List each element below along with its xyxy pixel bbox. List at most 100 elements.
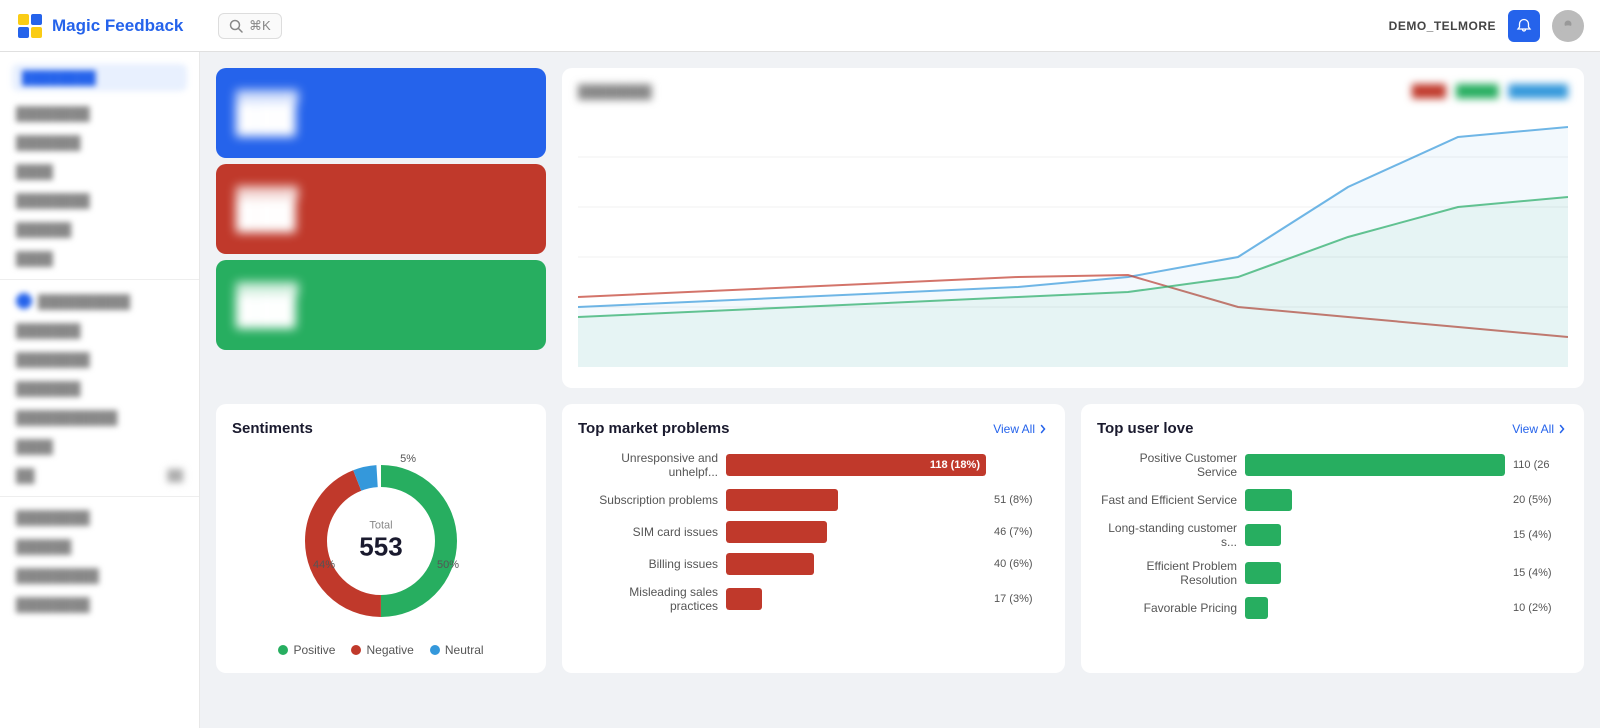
main-content: ████████ ███ ████████ ███ ████████ ███ — [200, 52, 1600, 728]
search-icon — [229, 19, 243, 33]
stat-cards-column: ████████ ███ ████████ ███ ████████ ███ — [216, 68, 546, 388]
user-love-label-1: Fast and Efficient Service — [1097, 493, 1237, 507]
sidebar-item-1[interactable]: ████████ — [0, 99, 199, 128]
search-shortcut: ⌘K — [249, 18, 271, 34]
market-problem-label-1: Subscription problems — [578, 493, 718, 507]
market-problems-title: Top market problems — [578, 420, 729, 437]
market-problem-value-1: 51 (8%) — [994, 494, 1049, 506]
magic-feedback-logo-icon — [16, 12, 44, 40]
legend-negative: Negative — [351, 643, 413, 657]
total-value: 553 — [359, 532, 402, 563]
user-love-view-all[interactable]: View All — [1512, 422, 1568, 436]
stat-card-red: ████████ ███ — [216, 164, 546, 254]
market-problem-row-0: Unresponsive and unhelpf...118 (18%) — [578, 451, 1049, 479]
market-problem-label-2: SIM card issues — [578, 525, 718, 539]
market-problem-row-2: SIM card issues46 (7%) — [578, 521, 1049, 543]
sidebar-item-2[interactable]: ███████ — [0, 128, 199, 157]
user-love-bar-fill-3 — [1245, 562, 1281, 584]
legend-positive-label: Positive — [293, 643, 335, 657]
user-love-value-2: 15 (4%) — [1513, 529, 1568, 541]
user-love-row-2: Long-standing customer s...15 (4%) — [1097, 521, 1568, 549]
stat-card-red-content: ████████ ███ — [236, 187, 526, 231]
market-problems-view-all[interactable]: View All — [993, 422, 1049, 436]
stats-row: ████████ ███ ████████ ███ ████████ ███ — [216, 68, 1584, 388]
stat-card-green: ████████ ███ — [216, 260, 546, 350]
user-avatar[interactable] — [1552, 10, 1584, 42]
chart-legend: ████ █████ ███████ — [1412, 84, 1568, 98]
sidebar-item-active[interactable]: ████████ — [12, 64, 187, 91]
user-love-value-4: 10 (2%) — [1513, 602, 1568, 614]
user-love-bar-track-3 — [1245, 562, 1505, 584]
sidebar-item-14[interactable]: ████████ — [0, 503, 199, 532]
user-love-bar-track-1 — [1245, 489, 1505, 511]
user-love-bar-track-0 — [1245, 454, 1505, 476]
market-problem-bar-track-4 — [726, 588, 986, 610]
stat-card-green-content: ████████ ███ — [236, 283, 526, 327]
user-love-bar-track-2 — [1245, 524, 1505, 546]
logo-product: Feedback — [105, 16, 183, 35]
bell-icon — [1516, 18, 1532, 34]
sidebar-item-12[interactable]: ████ — [0, 432, 199, 461]
sidebar-item-5[interactable]: ██████ — [0, 215, 199, 244]
user-love-label-3: Efficient Problem Resolution — [1097, 559, 1237, 587]
sidebar-item-11[interactable]: ███████████ — [0, 403, 199, 432]
market-problem-row-4: Misleading sales practices 17 (3%) — [578, 585, 1049, 613]
chevron-right-icon-love — [1556, 423, 1568, 435]
sidebar-item-3[interactable]: ████ — [0, 157, 199, 186]
market-problem-bar-fill-0: 118 (18%) — [726, 454, 986, 476]
neutral-pct-label: 5% — [400, 453, 416, 465]
user-love-bar-fill-0 — [1245, 454, 1505, 476]
market-problem-bar-track-0: 118 (18%) — [726, 454, 986, 476]
market-problems-bars: Unresponsive and unhelpf...118 (18%) Subs… — [578, 451, 1049, 613]
sentiments-panel-header: Sentiments — [232, 420, 530, 437]
sidebar-item-8[interactable]: ███████ — [0, 316, 199, 345]
sidebar-item-15[interactable]: ██████ — [0, 532, 199, 561]
market-problem-bar-fill-1 — [726, 489, 838, 511]
avatar-icon — [1559, 17, 1577, 35]
trend-chart — [578, 107, 1568, 367]
user-love-label-0: Positive Customer Service — [1097, 451, 1237, 479]
market-problem-bar-fill-4 — [726, 588, 762, 610]
search-bar[interactable]: ⌘K — [218, 13, 282, 39]
sidebar-item-4[interactable]: ████████ — [0, 186, 199, 215]
market-problem-value-4: 17 (3%) — [994, 593, 1049, 605]
logo-brand: Magic — [52, 16, 100, 35]
user-love-value-3: 15 (4%) — [1513, 567, 1568, 579]
user-love-row-3: Efficient Problem Resolution 15 (4%) — [1097, 559, 1568, 587]
market-problems-panel: Top market problems View All Unresponsiv… — [562, 404, 1065, 673]
user-love-panel: Top user love View All Positive Customer… — [1081, 404, 1584, 673]
legend-neutral: Neutral — [430, 643, 484, 657]
sidebar-item-6[interactable]: ████ — [0, 244, 199, 273]
notification-button[interactable] — [1508, 10, 1540, 42]
user-love-bar-fill-2 — [1245, 524, 1281, 546]
chart-area: ████████ ████ █████ ███████ — [562, 68, 1584, 388]
legend-positive-dot — [278, 645, 288, 655]
legend-positive: Positive — [278, 643, 335, 657]
market-problem-label-4: Misleading sales practices — [578, 585, 718, 613]
sidebar-item-9[interactable]: ████████ — [0, 345, 199, 374]
sidebar-item-16[interactable]: █████████ — [0, 561, 199, 590]
sentiments-panel: Sentiments To — [216, 404, 546, 673]
market-problem-label-3: Billing issues — [578, 557, 718, 571]
market-problems-header: Top market problems View All — [578, 420, 1049, 437]
user-love-bar-track-4 — [1245, 597, 1505, 619]
main-layout: ████████ ████████ ███████ ████ ████████ … — [0, 52, 1600, 728]
bottom-row: Sentiments To — [216, 404, 1584, 673]
legend-neutral-dot — [430, 645, 440, 655]
user-love-header: Top user love View All — [1097, 420, 1568, 437]
legend-negative-dot — [351, 645, 361, 655]
stat-card-blue-content: ████████ ███ — [236, 91, 526, 135]
header: Magic Feedback ⌘K DEMO_TELMORE — [0, 0, 1600, 52]
sidebar-item-17[interactable]: ████████ — [0, 590, 199, 619]
positive-pct-label: 50% — [437, 559, 459, 571]
chevron-right-icon — [1037, 423, 1049, 435]
sidebar-item-10[interactable]: ███████ — [0, 374, 199, 403]
market-problem-bar-track-2 — [726, 521, 986, 543]
market-problem-bar-fill-3 — [726, 553, 814, 575]
sidebar-item-7[interactable]: ██████████ — [0, 286, 199, 316]
user-love-bar-fill-4 — [1245, 597, 1268, 619]
sidebar-item-13[interactable]: ██ ██ — [0, 461, 199, 490]
stat-card-blue: ████████ ███ — [216, 68, 546, 158]
user-love-label-4: Favorable Pricing — [1097, 601, 1237, 615]
donut-chart: Total 553 44% 50% 5% — [291, 451, 471, 631]
